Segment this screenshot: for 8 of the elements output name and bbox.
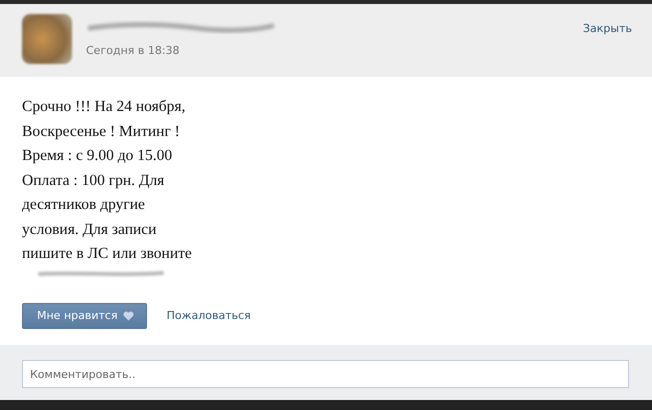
- close-link[interactable]: Закрыть: [583, 22, 632, 35]
- avatar-photo-placeholder[interactable]: [22, 14, 72, 64]
- heart-icon: [122, 310, 134, 320]
- comment-field[interactable]: Комментировать..: [22, 360, 629, 388]
- report-link[interactable]: Пожаловаться: [166, 309, 251, 322]
- like-button[interactable]: Мне нравится: [22, 302, 147, 328]
- post-time: Сегодня в 18:38: [86, 44, 181, 57]
- post-text: Срочно !!! На 24 ноября, Воскресенье ! Митинг ! Время : с 9.00 до 15.00 Оплата : 100 грн. Для десятников другие условия. Для записи пишите в ЛС или звоните: [22, 97, 193, 264]
